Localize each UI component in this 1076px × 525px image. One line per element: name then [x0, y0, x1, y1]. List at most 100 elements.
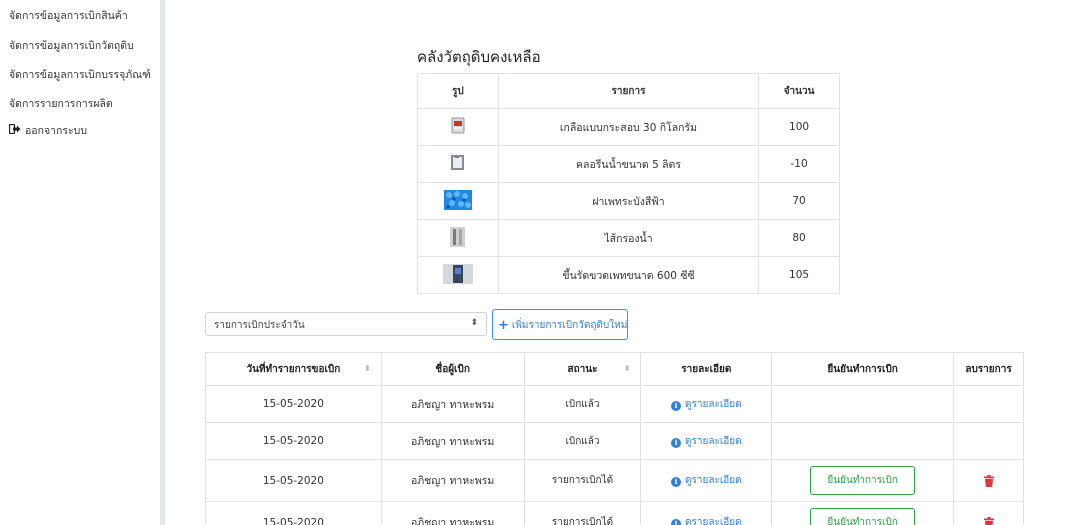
table-row: ขี้นรัดขวดเพทขนาด 600 ซีซี 105	[417, 256, 840, 294]
confirm-cell	[771, 422, 955, 460]
delete-cell	[953, 385, 1024, 423]
column-header-date[interactable]: วันที่ทำรายการขอเบิก ⬍	[205, 352, 382, 386]
column-header-label: สถานะ	[567, 363, 598, 375]
request-date: 15-05-2020	[205, 459, 382, 502]
sidebar-item-logout[interactable]: ออกจากระบบ	[8, 122, 87, 139]
column-header-requester[interactable]: ชื่อผู้เบิก	[380, 352, 525, 386]
info-icon: i	[671, 400, 681, 411]
column-header-detail[interactable]: รายละเอียด	[640, 352, 773, 386]
view-detail-link[interactable]: i ดูรายละเอียด	[671, 398, 742, 411]
image-cell	[417, 182, 499, 220]
confirm-withdrawal-button[interactable]: ยืนยันทำการเบิก	[810, 466, 915, 495]
requester-name: อภิชญา ทาหะพรม	[380, 501, 525, 525]
image-cell	[417, 256, 499, 294]
request-date: 15-05-2020	[205, 501, 382, 525]
salt-sack-image	[451, 117, 465, 137]
image-cell	[417, 219, 499, 257]
table-row: ไส้กรองน้ำ 80	[417, 219, 840, 257]
request-date: 15-05-2020	[205, 422, 382, 460]
sidebar-item-label: ออกจากระบบ	[25, 125, 87, 137]
table-row: เกลือแบบกระสอบ 30 กิโลกรัม 100	[417, 108, 840, 146]
add-button-label: เพิ่มรายการเบิกวัตถุดิบใหม่	[511, 320, 628, 331]
sidebar-item-material-withdrawal[interactable]: จัดการข้อมูลการเบิกวัตถุดิบ	[9, 37, 134, 54]
sidebar-item-label: จัดการรายการการผลิต	[9, 98, 113, 110]
column-header-status[interactable]: สถานะ ⬍	[523, 352, 642, 386]
column-header-image: รูป	[417, 73, 499, 109]
sidebar-item-product-withdrawal[interactable]: จัดการข้อมูลการเบิกสินค้า	[9, 7, 128, 24]
sign-out-icon	[8, 123, 21, 137]
item-name: ขี้นรัดขวดเพทขนาด 600 ซีซี	[497, 256, 760, 294]
image-cell	[417, 108, 499, 146]
detail-link-label: ดูรายละเอียด	[685, 475, 742, 486]
delete-cell	[953, 501, 1024, 525]
delete-cell	[953, 422, 1024, 460]
blue-caps-image	[443, 189, 472, 213]
item-qty: 70	[758, 182, 840, 220]
sort-icon: ⬍	[623, 364, 631, 373]
trash-icon[interactable]	[983, 516, 994, 525]
add-material-request-button[interactable]: + เพิ่มรายการเบิกวัตถุดิบใหม่	[492, 309, 628, 340]
item-qty: -10	[758, 145, 840, 183]
select-value: รายการเบิกประจำวัน	[214, 320, 305, 331]
info-icon: i	[671, 437, 681, 448]
view-detail-link[interactable]: i ดูรายละเอียด	[671, 435, 742, 448]
detail-link-label: ดูรายละเอียด	[685, 398, 742, 410]
column-header-delete[interactable]: ลบรายการ	[953, 352, 1024, 386]
inventory-table: รูป รายการ จำนวน เกลือแบบกระสอบ 30 กิโลก…	[417, 73, 840, 294]
detail-link-label: ดูรายละเอียด	[685, 517, 742, 525]
trash-icon[interactable]	[983, 474, 994, 487]
sidebar-item-label: จัดการข้อมูลการเบิกสินค้า	[9, 10, 128, 22]
sidebar: จัดการข้อมูลการเบิกสินค้า จัดการข้อมูลกา…	[0, 0, 165, 525]
item-qty: 105	[758, 256, 840, 294]
info-icon: i	[671, 519, 681, 525]
table-row: 15-05-2020 อภิชญา ทาหะพรม เบิกแล้ว i ดูรา…	[205, 385, 1024, 423]
item-name: คลอรีนน้ำขนาด 5 ลิตร	[497, 145, 760, 183]
sidebar-item-label: จัดการข้อมูลการเบิกวัตถุดิบ	[9, 40, 134, 52]
request-type-select[interactable]: รายการเบิกประจำวัน ⬍	[205, 312, 487, 336]
sidebar-item-production[interactable]: จัดการรายการการผลิต	[9, 95, 113, 112]
column-header-item: รายการ	[497, 73, 760, 109]
confirm-withdrawal-button[interactable]: ยืนยันทำการเบิก	[810, 508, 915, 525]
item-name: ไส้กรองน้ำ	[497, 219, 760, 257]
chlorine-bottle-image	[450, 154, 465, 174]
table-row: 15-05-2020 อภิชญา ทาหะพรม เบิกแล้ว i ดูรา…	[205, 422, 1024, 460]
detail-link-label: ดูรายละเอียด	[685, 435, 742, 447]
table-row: คลอรีนน้ำขนาด 5 ลิตร -10	[417, 145, 840, 183]
image-cell	[417, 145, 499, 183]
column-header-confirm[interactable]: ยืนยันทำการเบิก	[771, 352, 955, 386]
view-detail-link[interactable]: i ดูรายละเอียด	[671, 475, 742, 487]
detail-cell: i ดูรายละเอียด	[640, 501, 773, 525]
item-qty: 80	[758, 219, 840, 257]
table-row: 15-05-2020 อภิชญา ทาหะพรม รายการเบิกได้ …	[205, 459, 1024, 502]
request-date: 15-05-2020	[205, 385, 382, 423]
status-badge: รายการเบิกได้	[523, 501, 642, 525]
requester-name: อภิชญา ทาหะพรม	[380, 422, 525, 460]
bottle-wrap-image	[442, 263, 473, 287]
plus-icon: +	[498, 318, 509, 333]
page-title: คลังวัตถุดิบคงเหลือ	[417, 48, 541, 66]
sort-icon: ⬍	[364, 364, 371, 373]
table-header-row: รูป รายการ จำนวน	[417, 73, 840, 109]
view-detail-link[interactable]: i ดูรายละเอียด	[671, 517, 742, 525]
confirm-cell: ยืนยันทำการเบิก	[771, 501, 955, 525]
select-caret-icon: ⬍	[470, 318, 478, 328]
column-header-qty: จำนวน	[758, 73, 840, 109]
table-row: ฝาเพทระบังสีฟ้า 70	[417, 182, 840, 220]
sidebar-item-label: จัดการข้อมูลการเบิกบรรจุภัณฑ์	[9, 69, 151, 81]
item-name: เกลือแบบกระสอบ 30 กิโลกรัม	[497, 108, 760, 146]
table-header-row: วันที่ทำรายการขอเบิก ⬍ ชื่อผู้เบิก สถานะ ⬍…	[205, 352, 1024, 386]
confirm-cell	[771, 385, 955, 423]
requester-name: อภิชญา ทาหะพรม	[380, 385, 525, 423]
delete-cell	[953, 459, 1024, 502]
sidebar-item-packaging-withdrawal[interactable]: จัดการข้อมูลการเบิกบรรจุภัณฑ์	[9, 66, 151, 83]
table-row: 15-05-2020 อภิชญา ทาหะพรม รายการเบิกได้ …	[205, 501, 1024, 525]
status-badge: เบิกแล้ว	[523, 422, 642, 460]
status-badge: รายการเบิกได้	[523, 459, 642, 502]
confirm-cell: ยืนยันทำการเบิก	[771, 459, 955, 502]
water-filter-image	[450, 226, 466, 250]
detail-cell: i ดูรายละเอียด	[640, 422, 773, 460]
requester-name: อภิชญา ทาหะพรม	[380, 459, 525, 502]
item-qty: 100	[758, 108, 840, 146]
detail-cell: i ดูรายละเอียด	[640, 385, 773, 423]
column-header-label: วันที่ทำรายการขอเบิก	[246, 363, 341, 375]
